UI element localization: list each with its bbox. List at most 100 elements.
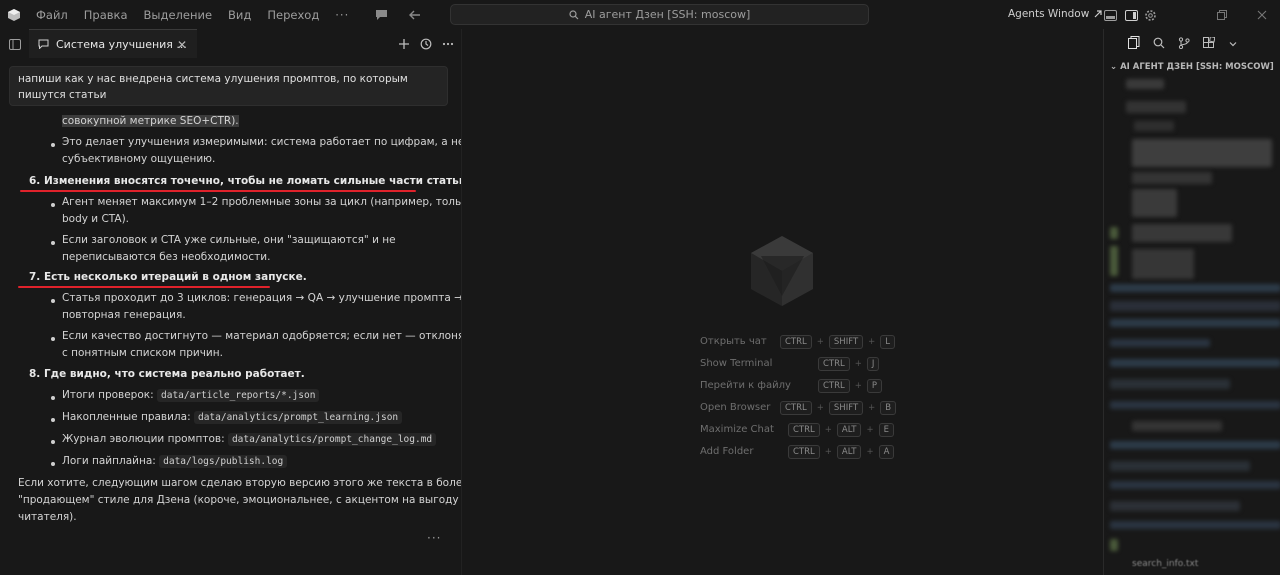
shortcut-keys: CTRL + SHIFT + L (780, 335, 896, 349)
key-cap: CTRL (780, 401, 812, 415)
bullet-dot (51, 440, 55, 444)
chevron-down-icon: ⌄ (1110, 62, 1118, 72)
shortcut-keys: CTRL + P (818, 379, 883, 393)
menu-edit[interactable]: Правка (76, 8, 136, 22)
explorer-footer-file[interactable]: search_info.txt (1132, 559, 1198, 569)
shortcut-label[interactable]: Открыть чат (700, 336, 767, 347)
key-cap: B (880, 401, 897, 415)
shortcut-keys: CTRL + J (818, 357, 880, 371)
chat-tab-bar: Система улучшения ... ✕ (0, 29, 461, 58)
chat-bubble-icon[interactable] (373, 7, 389, 23)
text-line: Если хотите, следующим шагом сделаю втор… (18, 477, 462, 489)
text-line: совокупной метрике SEO+CTR). (62, 115, 239, 127)
heading-8: 8. Где видно, что система реально работа… (29, 368, 305, 380)
shortcut-keys: CTRL + ALT + A (788, 445, 895, 459)
toggle-sidebar-icon[interactable] (1123, 7, 1139, 23)
menu-file[interactable]: Файл (28, 8, 76, 22)
text-line: Накопленные правила: (62, 411, 191, 423)
more-options-icon[interactable] (442, 35, 454, 54)
key-cap: J (866, 357, 880, 371)
new-chat-icon[interactable] (398, 35, 410, 54)
bullet-dot (51, 203, 55, 207)
key-cap: CTRL (818, 357, 850, 371)
agents-window-button[interactable]: Agents Window (1008, 8, 1102, 20)
chat-panel: Система улучшения ... ✕ напиши как у нас… (0, 29, 462, 575)
key-cap: ALT (836, 445, 862, 459)
bullet-dot (51, 143, 55, 147)
text-line: Это делает улучшения измеримыми: система… (62, 136, 462, 148)
chat-tab-title: Система улучшения ... (56, 37, 187, 51)
text-line: "продающем" стиле для Дзена (короче, эмо… (18, 494, 462, 506)
shortcut-label[interactable]: Show Terminal (700, 358, 772, 369)
bullet-dot (51, 299, 55, 303)
files-icon[interactable] (1128, 34, 1140, 53)
agents-window-label: Agents Window (1008, 8, 1090, 20)
message-more-icon[interactable]: ··· (427, 531, 441, 545)
toggle-panel-icon[interactable] (1102, 7, 1118, 23)
text-line: читателя). (18, 511, 77, 523)
bullet-dot (51, 396, 55, 400)
key-cap: SHIFT (828, 401, 864, 415)
history-icon[interactable] (420, 35, 432, 54)
bullet-dot (51, 462, 55, 466)
key-cap: CTRL (818, 379, 850, 393)
menu-bar: Файл Правка Выделение Вид Переход ··· (28, 8, 357, 22)
text-line: Агент меняет максимум 1–2 проблемные зон… (62, 196, 462, 208)
explorer-title[interactable]: ⌄ AI АГЕНТ ДЗЕН [SSH: MOSCOW] (1110, 62, 1274, 72)
explorer-title-label: AI АГЕНТ ДЗЕН [SSH: MOSCOW] (1120, 62, 1274, 72)
menu-view[interactable]: Вид (220, 8, 259, 22)
settings-gear-icon[interactable] (1142, 7, 1158, 23)
menu-selection[interactable]: Выделение (136, 8, 221, 22)
shortcut-keys: CTRL + ALT + E (788, 423, 894, 437)
text-line: Журнал эволюции промптов: (62, 433, 225, 445)
close-window-icon[interactable] (1254, 7, 1270, 23)
text-line: body и CTA). (62, 213, 130, 225)
red-underline (20, 190, 416, 192)
text-line: повторная генерация. (62, 309, 186, 321)
back-arrow-icon[interactable] (406, 7, 422, 23)
shortcut-label[interactable]: Перейти к файлу (700, 380, 791, 391)
key-cap: E (878, 423, 894, 437)
shortcut-label[interactable]: Add Folder (700, 446, 753, 457)
search-icon (569, 9, 579, 19)
bullet-dot (51, 241, 55, 245)
search-icon[interactable] (1153, 34, 1165, 53)
key-cap: A (878, 445, 895, 459)
explorer-panel: ⌄ AI АГЕНТ ДЗЕН [SSH: MOSCOW] search_inf… (1103, 29, 1280, 575)
code-path[interactable]: data/analytics/prompt_change_log.md (227, 433, 437, 446)
user-message: напиши как у нас внедрена система улушен… (9, 66, 448, 106)
restore-window-icon[interactable] (1214, 7, 1230, 23)
extensions-icon[interactable] (1203, 34, 1216, 53)
bullet-dot (51, 418, 55, 422)
command-center-label: AI агент Дзен [SSH: moscow] (584, 8, 751, 21)
code-path[interactable]: data/logs/publish.log (159, 455, 288, 468)
sidebar-toggle-icon[interactable] (7, 36, 23, 52)
explorer-toolbar (1104, 29, 1280, 58)
chat-tab-active[interactable]: Система улучшения ... ✕ (29, 29, 197, 58)
shortcut-keys: CTRL + SHIFT + B (780, 401, 897, 415)
title-bar: Файл Правка Выделение Вид Переход ··· AI… (0, 0, 1280, 29)
shortcut-label[interactable]: Open Browser (700, 402, 770, 413)
source-control-icon[interactable] (1178, 34, 1190, 53)
text-line: Статья проходит до 3 циклов: генерация →… (62, 292, 462, 304)
text-line: переписываются без необходимости. (62, 251, 271, 263)
shortcut-label[interactable]: Maximize Chat (700, 424, 774, 435)
chevron-down-icon[interactable] (1228, 34, 1238, 53)
key-cap: L (880, 335, 896, 349)
menu-more[interactable]: ··· (327, 8, 357, 22)
text-line: Логи пайплайна: (62, 455, 156, 467)
key-cap: SHIFT (828, 335, 864, 349)
close-tab-icon[interactable]: ✕ (177, 38, 187, 52)
text-line: Если заголовок и CTA уже сильные, они "з… (62, 234, 396, 246)
red-underline (18, 286, 270, 288)
code-path[interactable]: data/article_reports/*.json (157, 389, 320, 402)
code-path[interactable]: data/analytics/prompt_learning.json (193, 411, 403, 424)
key-cap: CTRL (788, 423, 820, 437)
menu-go[interactable]: Переход (259, 8, 327, 22)
chat-icon (38, 39, 49, 49)
heading-6: 6. Изменения вносятся точечно, чтобы не … (29, 175, 462, 187)
editor-welcome: Открыть чат CTRL + SHIFT + L Show Terminal… (463, 29, 1100, 575)
key-cap: CTRL (780, 335, 812, 349)
command-center[interactable]: AI агент Дзен [SSH: moscow] (450, 4, 869, 25)
app-logo-icon[interactable] (0, 0, 28, 29)
